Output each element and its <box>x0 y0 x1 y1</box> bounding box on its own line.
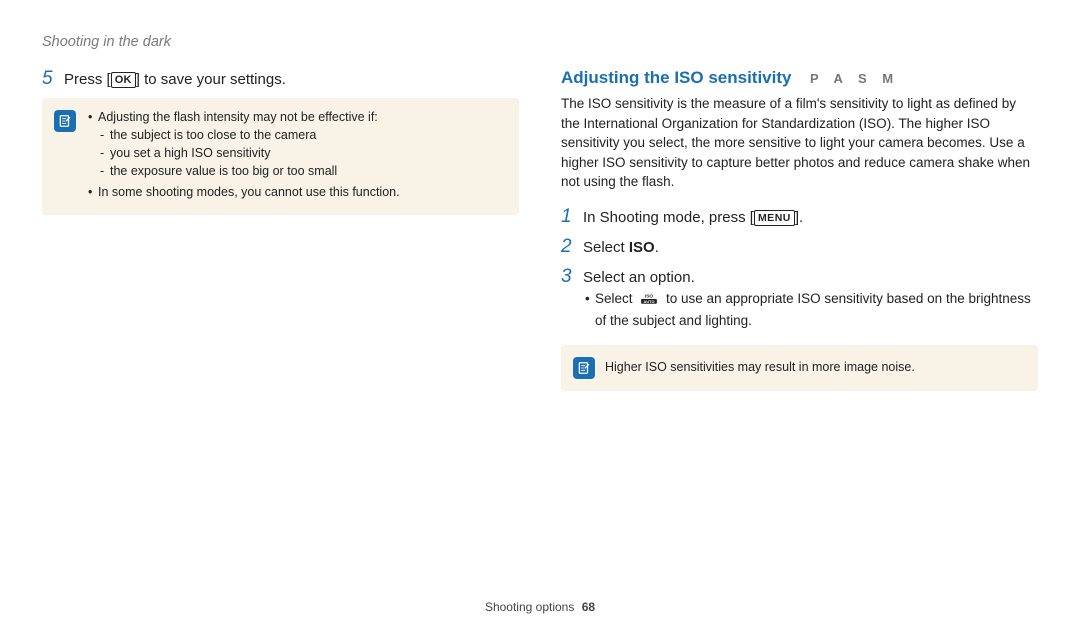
text-fragment: Adjusting the flash intensity may not be… <box>98 110 378 124</box>
menu-key-icon: MENU <box>754 210 795 226</box>
sub-bullet: Select ISOAUTO to use an appropriate ISO… <box>585 290 1038 331</box>
step-3: 3 Select an option. <box>561 266 1038 288</box>
note-text: Higher ISO sensitivities may result in m… <box>605 360 915 374</box>
page-number: 68 <box>582 600 595 614</box>
two-column-layout: 5 Press [OK] to save your settings. Adju… <box>42 68 1038 391</box>
note-callout: Higher ISO sensitivities may result in m… <box>561 345 1038 391</box>
ok-key-icon: OK <box>111 72 136 88</box>
text-fragment: ] to save your settings. <box>136 71 286 88</box>
breadcrumb: Shooting in the dark <box>42 34 1038 50</box>
note-subline: the subject is too close to the camera <box>98 126 507 144</box>
manual-page: Shooting in the dark 5 Press [OK] to sav… <box>0 0 1080 630</box>
page-footer: Shooting options 68 <box>0 600 1080 614</box>
svg-text:ISO: ISO <box>645 293 653 298</box>
step-number: 3 <box>561 266 573 288</box>
section-title: Adjusting the ISO sensitivity <box>561 68 791 87</box>
step-number: 2 <box>561 236 573 258</box>
note-line: In some shooting modes, you cannot use t… <box>88 183 507 201</box>
step-2: 2 Select ISO. <box>561 236 1038 258</box>
text-fragment: Press [ <box>64 71 111 88</box>
step-number: 5 <box>42 68 54 90</box>
step-5: 5 Press [OK] to save your settings. <box>42 68 519 90</box>
step-1: 1 In Shooting mode, press [MENU]. <box>561 206 1038 228</box>
note-subline: the exposure value is too big or too sma… <box>98 162 507 180</box>
text-fragment: Select <box>595 291 636 306</box>
note-body: Higher ISO sensitivities may result in m… <box>605 355 1026 379</box>
note-subline: you set a high ISO sensitivity <box>98 144 507 162</box>
footer-section: Shooting options <box>485 600 574 614</box>
step-text: Press [OK] to save your settings. <box>64 69 286 90</box>
bold-text: ISO <box>629 239 655 256</box>
step-3-detail: Select ISOAUTO to use an appropriate ISO… <box>561 290 1038 331</box>
note-icon <box>573 357 595 379</box>
text-fragment: ]. <box>795 209 803 226</box>
svg-text:AUTO: AUTO <box>644 299 655 304</box>
step-text: Select ISO. <box>583 237 659 258</box>
left-column: 5 Press [OK] to save your settings. Adju… <box>42 68 519 391</box>
step-number: 1 <box>561 206 573 228</box>
note-icon <box>54 110 76 132</box>
text-fragment: In Shooting mode, press [ <box>583 209 754 226</box>
text-fragment: Select <box>583 239 629 256</box>
note-callout: Adjusting the flash intensity may not be… <box>42 98 519 215</box>
text-fragment: to use an appropriate ISO sensitivity ba… <box>595 291 1031 328</box>
step-text: In Shooting mode, press [MENU]. <box>583 207 803 228</box>
iso-auto-icon: ISOAUTO <box>638 292 660 312</box>
mode-indicator: P A S M <box>810 71 899 86</box>
note-body: Adjusting the flash intensity may not be… <box>86 108 507 203</box>
right-column: Adjusting the ISO sensitivity P A S M Th… <box>561 68 1038 391</box>
section-header: Adjusting the ISO sensitivity P A S M <box>561 68 1038 88</box>
step-text: Select an option. <box>583 267 695 288</box>
text-fragment: . <box>655 239 659 256</box>
section-intro: The ISO sensitivity is the measure of a … <box>561 94 1038 192</box>
note-line: Adjusting the flash intensity may not be… <box>88 108 507 181</box>
